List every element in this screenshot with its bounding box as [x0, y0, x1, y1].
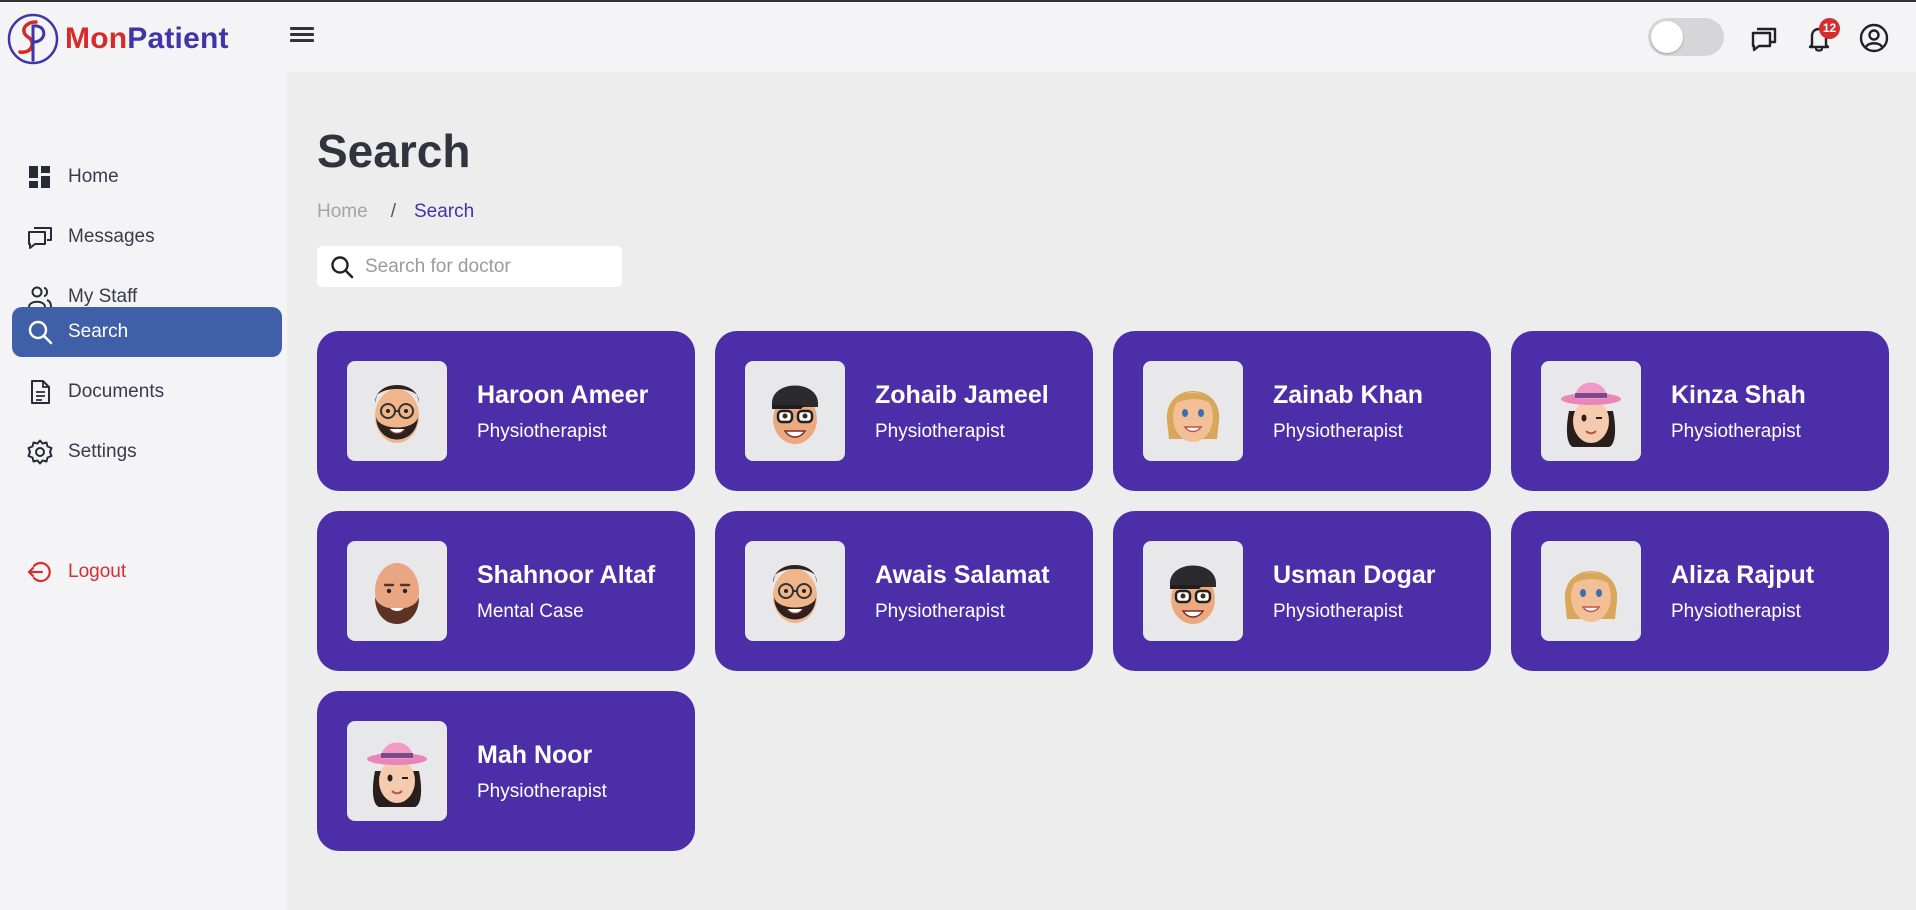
sidebar-item-search[interactable]: Search: [12, 307, 282, 357]
sidebar-item-label: Home: [68, 166, 119, 187]
document-icon: [31, 380, 50, 404]
doctor-card[interactable]: Shahnoor Altaf Mental Case: [317, 511, 695, 671]
avatar: [1143, 361, 1243, 461]
messages-icon: [28, 227, 52, 249]
breadcrumb-current: Search: [413, 201, 475, 222]
chat-icon[interactable]: [1748, 22, 1780, 54]
brand-name-part1: Mon: [65, 22, 128, 55]
breadcrumb-separator: /: [390, 201, 396, 222]
doctor-name: Shahnoor Altaf: [477, 561, 656, 589]
search-icon: [28, 320, 53, 345]
theme-toggle[interactable]: [1648, 18, 1724, 56]
bearded-man-glasses-avatar-icon: [773, 565, 817, 623]
doctor-name: Zainab Khan: [1273, 381, 1424, 409]
bearded-man-glasses-avatar-icon: [375, 385, 419, 443]
doctor-card-grid: Haroon Ameer Physiotherapist Zohaib Jame…: [317, 331, 1889, 851]
doctor-card[interactable]: Awais Salamat Physiotherapist: [715, 511, 1093, 671]
doctor-card[interactable]: Mah Noor Physiotherapist: [317, 691, 695, 851]
sidebar-item-label: My Staff: [68, 286, 138, 307]
toggle-knob: [1651, 21, 1683, 53]
doctor-name: Awais Salamat: [875, 561, 1050, 589]
doctor-card[interactable]: Usman Dogar Physiotherapist: [1113, 511, 1491, 671]
avatar: [745, 541, 845, 641]
doctor-role: Physiotherapist: [1273, 601, 1403, 622]
avatar: [347, 721, 447, 821]
top-header: MonPatient 12: [0, 2, 1916, 72]
sidebar-item-label: Settings: [68, 441, 137, 462]
sidebar-item-label: Documents: [68, 381, 165, 402]
doctor-role: Physiotherapist: [1671, 601, 1801, 622]
doctor-card[interactable]: Kinza Shah Physiotherapist: [1511, 331, 1889, 491]
avatar: [745, 361, 845, 461]
doctor-role: Physiotherapist: [875, 601, 1005, 622]
sidebar-item-messages[interactable]: Messages: [12, 212, 282, 262]
doctor-card[interactable]: Zainab Khan Physiotherapist: [1113, 331, 1491, 491]
doctor-role: Physiotherapist: [477, 781, 607, 802]
blonde-woman-avatar-icon: [1166, 391, 1220, 442]
avatar: [1143, 541, 1243, 641]
sidebar-item-settings[interactable]: Settings: [12, 427, 282, 477]
doctor-role: Physiotherapist: [477, 421, 607, 442]
page-title: Search: [317, 125, 471, 177]
breadcrumb: Home / Search: [317, 201, 474, 223]
doctor-card[interactable]: Haroon Ameer Physiotherapist: [317, 331, 695, 491]
doctor-name: Haroon Ameer: [477, 381, 649, 409]
notification-badge: 12: [1819, 18, 1840, 39]
sidebar-item-label: Messages: [68, 226, 155, 247]
brand-name-part2: Patient: [127, 22, 229, 55]
logout-icon: [27, 561, 51, 583]
account-icon[interactable]: [1858, 22, 1890, 54]
sidebar-item-home[interactable]: Home: [12, 152, 282, 202]
doctor-role: Mental Case: [477, 601, 584, 622]
logout-button[interactable]: Logout: [12, 547, 282, 597]
doctor-name: Kinza Shah: [1671, 381, 1806, 409]
woman-pink-hat-avatar-icon: [367, 742, 427, 807]
sidebar-item-documents[interactable]: Documents: [12, 367, 282, 417]
dashboard-icon: [29, 166, 50, 188]
doctor-role: Physiotherapist: [1273, 421, 1403, 442]
sidebar: Home Messages My Staff Search Documents: [0, 72, 287, 910]
sidebar-item-label: Search: [68, 321, 129, 342]
menu-icon[interactable]: [286, 24, 318, 52]
search-icon: [331, 255, 354, 278]
doctor-role: Physiotherapist: [875, 421, 1005, 442]
gear-icon: [27, 439, 53, 465]
logout-label: Logout: [68, 561, 127, 582]
doctor-name: Mah Noor: [477, 741, 593, 769]
doctor-search-input[interactable]: [365, 255, 605, 278]
blonde-woman-avatar-icon: [1564, 571, 1618, 622]
avatar: [347, 541, 447, 641]
avatar: [1541, 541, 1641, 641]
doctor-card[interactable]: Zohaib Jameel Physiotherapist: [715, 331, 1093, 491]
doctor-name: Aliza Rajput: [1671, 561, 1815, 589]
brand-name: MonPatient: [65, 22, 229, 56]
doctor-search-box[interactable]: [317, 246, 622, 287]
app-logo[interactable]: MonPatient: [6, 12, 229, 66]
woman-pink-hat-avatar-icon: [1561, 382, 1621, 447]
breadcrumb-home-link[interactable]: Home: [317, 201, 368, 223]
logo-mark-icon: [7, 13, 59, 65]
doctor-role: Physiotherapist: [1671, 421, 1801, 442]
doctor-name: Zohaib Jameel: [875, 381, 1049, 409]
doctor-card[interactable]: Aliza Rajput Physiotherapist: [1511, 511, 1889, 671]
avatar: [1541, 361, 1641, 461]
doctor-name: Usman Dogar: [1273, 561, 1436, 589]
bald-bearded-man-avatar-icon: [375, 563, 419, 624]
man-cap-glasses-avatar-icon: [1169, 565, 1217, 624]
avatar: [347, 361, 447, 461]
man-cap-glasses-avatar-icon: [771, 385, 819, 444]
